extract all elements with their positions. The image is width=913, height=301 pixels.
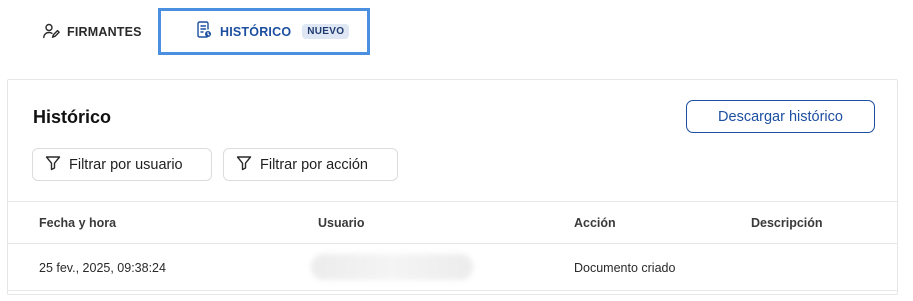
tab-firmantes-label: FIRMANTES [67,25,142,39]
page-title: Histórico [33,107,112,127]
cell-user-redacted [311,254,473,280]
cell-action: Documento criado [574,261,676,275]
column-header-date: Fecha y hora [39,216,117,230]
history-table: Fecha y hora Usuario Acción Descripción … [8,201,897,291]
table-row: 25 fev., 2025, 09:38:24 Documento criado [8,244,897,291]
column-header-description: Descripción [751,216,823,230]
column-header-user: Usuario [318,216,365,230]
download-history-button[interactable]: Descargar histórico [686,100,875,133]
tab-bar: FIRMANTES HISTÓRICO NUEVO [0,0,913,70]
new-badge: NUEVO [302,24,350,39]
tab-historico[interactable]: HISTÓRICO NUEVO [158,8,370,55]
signer-icon [42,22,60,43]
filter-by-user-label: Filtrar por usuario [69,156,183,173]
cell-date: 25 fev., 2025, 09:38:24 [39,261,166,275]
filter-icon [45,155,61,175]
table-header: Fecha y hora Usuario Acción Descripción [8,201,897,244]
filter-by-action-label: Filtrar por acción [260,156,368,173]
filter-by-action-button[interactable]: Filtrar por acción [223,148,398,181]
column-header-action: Acción [574,216,616,230]
document-history-icon [196,21,212,42]
tab-historico-label: HISTÓRICO [220,24,292,39]
history-panel: Histórico Descargar histórico Filtrar po… [7,79,898,295]
filter-by-user-button[interactable]: Filtrar por usuario [32,148,212,181]
filter-icon [236,155,252,175]
tab-firmantes[interactable]: FIRMANTES [42,22,142,42]
